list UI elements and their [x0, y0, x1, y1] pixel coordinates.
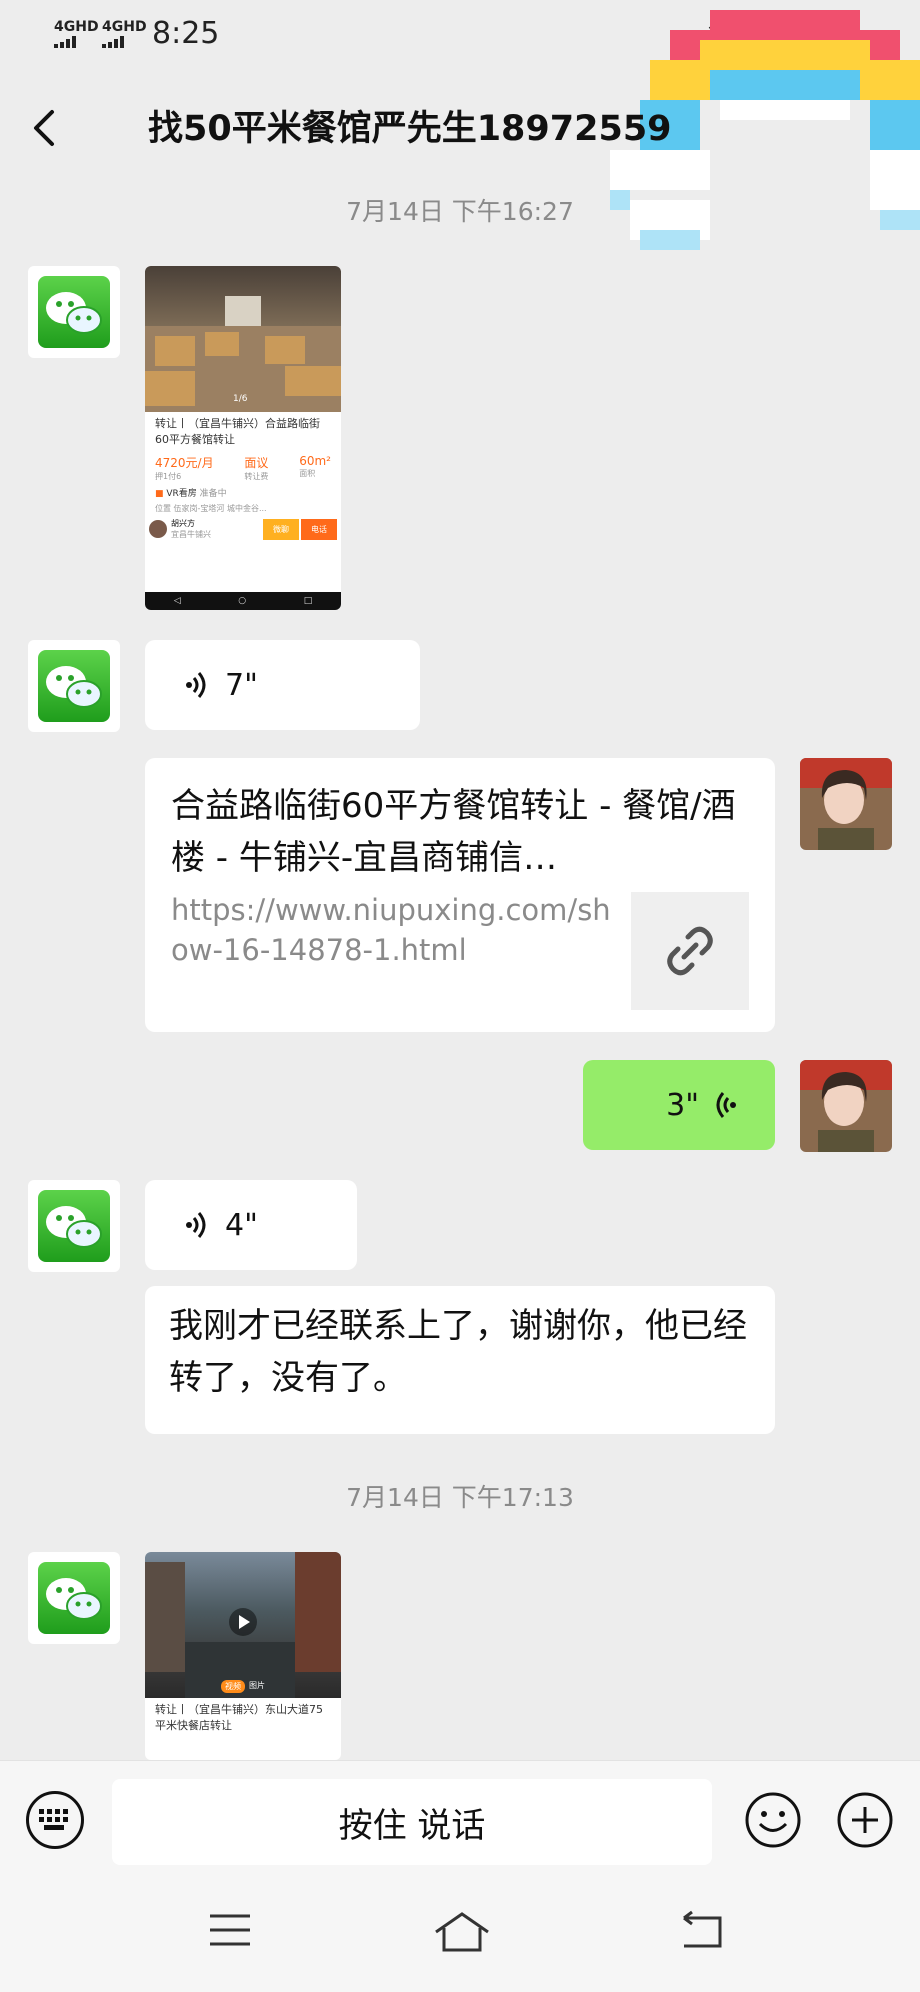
photo-pager: 1/6 [233, 394, 248, 404]
street-photo: 视频 图片 [145, 1552, 341, 1698]
hold-to-talk-button[interactable]: 按住 说话 [112, 1779, 712, 1865]
contact-avatar[interactable] [28, 266, 120, 358]
keyboard-toggle-icon[interactable] [26, 1791, 84, 1849]
my-avatar[interactable] [800, 758, 892, 850]
fee-sub: 转让费 [244, 472, 269, 481]
clock: 8:25 [152, 16, 220, 51]
call-button: 电话 [301, 518, 337, 540]
video-tag: 视频 [221, 1680, 245, 1693]
wechat-logo-icon [38, 1190, 110, 1262]
voice-wave-icon [186, 1212, 206, 1238]
location-label: 位置 [155, 504, 171, 513]
text-message[interactable]: 我刚才已经联系上了，谢谢你，他已经转了，没有了。 [145, 1286, 775, 1434]
voice-wave-icon [716, 1092, 736, 1118]
location-value: 伍家岗-宝塔河 城中金谷... [173, 504, 267, 513]
price-sub: 押1付6 [155, 472, 182, 481]
shared-screenshot-card[interactable]: 1/6 转让丨（宜昌牛铺兴）合益路临街60平方餐馆转让 4720元/月押1付6 … [145, 266, 341, 610]
back-chevron-icon[interactable] [26, 100, 66, 156]
image-tag: 图片 [249, 1681, 265, 1690]
card-caption: 转让丨（宜昌牛铺兴）合益路临街60平方餐馆转让 [155, 417, 320, 446]
wechat-logo-icon [38, 1562, 110, 1634]
link-url: https://www.niupuxing.com/show-16-14878-… [171, 893, 611, 967]
voice-message[interactable]: 7" [145, 640, 420, 730]
timestamp: 7月14日 下午16:27 [346, 197, 574, 226]
back-nav-icon[interactable] [674, 1910, 726, 1950]
location-row: 位置 伍家岗-宝塔河 城中金谷... [145, 501, 341, 516]
voice-message[interactable]: 4" [145, 1180, 357, 1270]
chat-button: 微聊 [263, 518, 299, 540]
card-stats: 4720元/月押1付6 面议转让费 60m² 面积 [145, 452, 341, 484]
link-card[interactable]: 合益路临街60平方餐馆转让 - 餐馆/酒楼 - 牛铺兴-宜昌商铺信… https… [145, 758, 775, 1032]
link-icon [667, 926, 713, 976]
vr-label: VR看房 [166, 489, 197, 499]
timestamp: 7月14日 下午17:13 [346, 1483, 574, 1512]
my-avatar[interactable] [800, 1060, 892, 1152]
restaurant-photo: 1/6 [145, 266, 341, 412]
chat-title: 找50平米餐馆严先生18972559 [148, 109, 672, 149]
signal-indicator-1: 4GHD [54, 20, 99, 48]
agent-name: 胡兴方 [171, 519, 195, 528]
price: 4720元/月 [155, 456, 214, 470]
shared-screenshot-card[interactable]: 视频 图片 转让丨（宜昌牛铺兴）东山大道75平米快餐店转让 [145, 1552, 341, 1760]
agent-row: 胡兴方 宜昌牛铺兴 微聊 电话 [145, 516, 341, 542]
emoji-icon[interactable] [744, 1791, 802, 1849]
area: 60m² [299, 454, 331, 468]
home-icon[interactable] [432, 1910, 492, 1954]
link-title: 合益路临街60平方餐馆转让 - 餐馆/酒楼 - 牛铺兴-宜昌商铺信… [171, 786, 736, 878]
voice-duration: 4" [225, 1207, 258, 1243]
menu-icon[interactable] [206, 1910, 254, 1950]
my-voice-message[interactable]: 3" [583, 1060, 775, 1150]
phone-nav-strip: ◁ ○ □ [145, 592, 341, 610]
vr-status: 准备中 [199, 489, 227, 499]
agent-sub: 宜昌牛铺兴 [171, 530, 211, 539]
network-label: 4GHD [102, 19, 147, 35]
voice-duration: 3" [666, 1087, 699, 1123]
contact-avatar[interactable] [28, 1180, 120, 1272]
chat-input-bar: 按住 说话 [0, 1760, 920, 1881]
network-label: 4GHD [54, 19, 99, 35]
signal-bars-icon [54, 36, 99, 48]
contact-avatar[interactable] [28, 1552, 120, 1644]
card-caption: 转让丨（宜昌牛铺兴）东山大道75平米快餐店转让 [155, 1703, 323, 1732]
signal-indicator-2: 4GHD [102, 20, 147, 48]
voice-duration: 7" [225, 667, 258, 703]
wechat-logo-icon [38, 650, 110, 722]
plus-icon[interactable] [836, 1791, 894, 1849]
voice-wave-icon [186, 672, 206, 698]
vr-row: ■ VR看房 准备中 [155, 489, 227, 499]
wechat-logo-icon [38, 276, 110, 348]
signal-bars-icon [102, 36, 147, 48]
area-sub: 面积 [299, 469, 316, 478]
agent-avatar [149, 520, 167, 538]
fee: 面议 [244, 456, 269, 470]
system-nav-bar [0, 1880, 920, 1992]
contact-avatar[interactable] [28, 640, 120, 732]
link-thumbnail [631, 892, 749, 1010]
